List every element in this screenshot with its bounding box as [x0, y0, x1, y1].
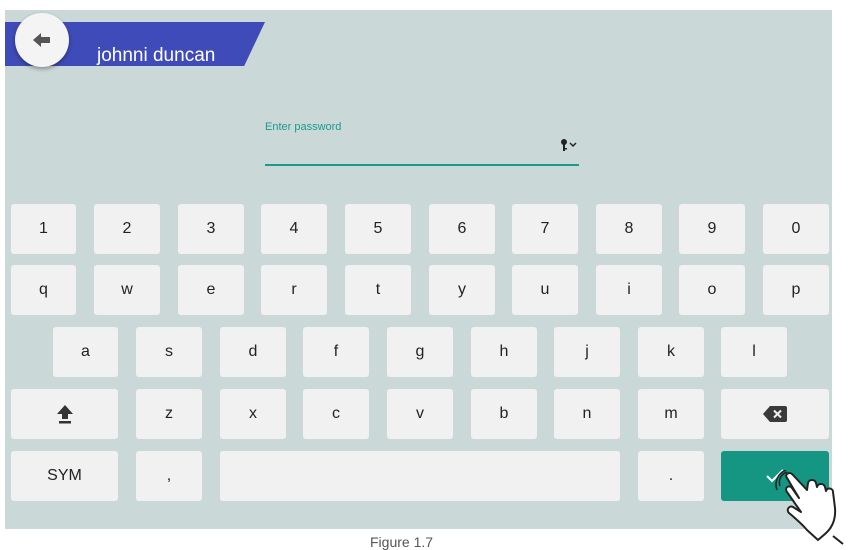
key-1[interactable]: 1	[11, 204, 76, 254]
key-e[interactable]: e	[178, 265, 244, 315]
key-k[interactable]: k	[638, 327, 704, 377]
key-b[interactable]: b	[471, 389, 537, 439]
password-field-label: Enter password	[265, 121, 342, 133]
key-n[interactable]: n	[554, 389, 620, 439]
key-t[interactable]: t	[345, 265, 411, 315]
key-a[interactable]: a	[53, 327, 118, 377]
key-w[interactable]: w	[94, 265, 160, 315]
key-v[interactable]: v	[387, 389, 453, 439]
key-4[interactable]: 4	[261, 204, 327, 254]
tapping-hand-icon	[775, 470, 844, 545]
key-icon	[561, 139, 577, 151]
key-u[interactable]: u	[512, 265, 578, 315]
key-j[interactable]: j	[554, 327, 620, 377]
key-0[interactable]: 0	[763, 204, 829, 254]
key-7[interactable]: 7	[512, 204, 578, 254]
key-z[interactable]: z	[136, 389, 202, 439]
login-screen: johnni duncan Enter password 1 2 3 4 5 6…	[5, 10, 832, 529]
key-period[interactable]: .	[638, 451, 704, 501]
arrow-left-icon	[33, 33, 50, 47]
backspace-icon	[763, 406, 787, 422]
key-r[interactable]: r	[261, 265, 327, 315]
shift-key[interactable]	[11, 389, 118, 439]
backspace-key[interactable]	[721, 389, 829, 439]
key-9[interactable]: 9	[679, 204, 745, 254]
key-l[interactable]: l	[721, 327, 787, 377]
key-c[interactable]: c	[303, 389, 369, 439]
key-h[interactable]: h	[471, 327, 537, 377]
key-6[interactable]: 6	[429, 204, 495, 254]
key-g[interactable]: g	[387, 327, 453, 377]
password-visibility-toggle[interactable]	[559, 136, 579, 154]
password-field[interactable]	[265, 164, 579, 166]
key-o[interactable]: o	[679, 265, 745, 315]
user-name: johnni duncan	[97, 45, 216, 66]
key-i[interactable]: i	[596, 265, 662, 315]
key-s[interactable]: s	[136, 327, 202, 377]
key-y[interactable]: y	[429, 265, 495, 315]
key-2[interactable]: 2	[94, 204, 160, 254]
key-d[interactable]: d	[220, 327, 286, 377]
key-p[interactable]: p	[763, 265, 829, 315]
sym-key[interactable]: SYM	[11, 451, 118, 501]
key-m[interactable]: m	[638, 389, 704, 439]
key-3[interactable]: 3	[178, 204, 244, 254]
key-q[interactable]: q	[11, 265, 76, 315]
space-key[interactable]	[220, 451, 620, 501]
shift-arrow-icon	[56, 405, 73, 424]
key-f[interactable]: f	[303, 327, 369, 377]
key-x[interactable]: x	[220, 389, 286, 439]
key-comma[interactable]: ,	[136, 451, 202, 501]
key-5[interactable]: 5	[345, 204, 411, 254]
back-button[interactable]	[15, 13, 69, 67]
key-8[interactable]: 8	[596, 204, 662, 254]
